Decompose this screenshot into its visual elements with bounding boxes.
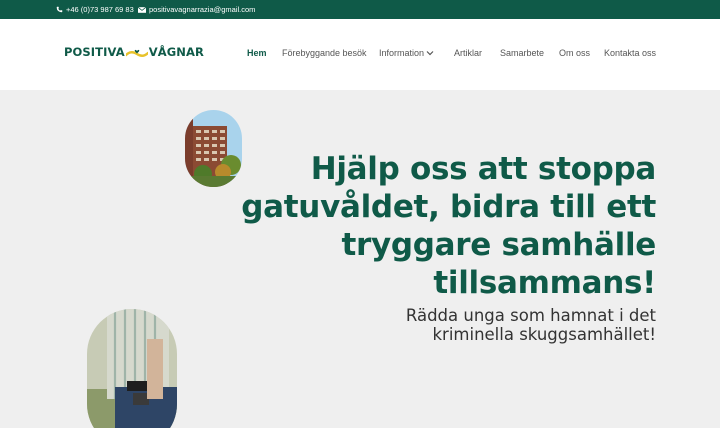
nav-item-artiklar[interactable]: Artiklar: [454, 48, 482, 58]
nav-item-label: Hem: [247, 48, 267, 58]
logo-text-vagnar: VÅGNAR: [148, 45, 204, 59]
nav-item-label: Kontakta oss: [604, 48, 657, 58]
site-logo[interactable]: POSITIVA VÅGNAR: [64, 45, 204, 59]
email-contact[interactable]: positivavagnarrazia@gmail.com: [138, 5, 255, 14]
hero-section: Hjälp oss att stoppa gatuvåldet, bidra t…: [0, 90, 720, 428]
phone-number: +46 (0)73 987 69 83: [66, 5, 134, 14]
hero-subtitle: Rädda unga som hamnat i det kriminella s…: [356, 306, 656, 344]
headline-line: Hjälp oss att stoppa: [310, 151, 657, 187]
nav-item-hem[interactable]: Hem: [247, 48, 267, 58]
phone-icon: [56, 6, 63, 13]
hero-headline: Hjälp oss att stoppa gatuvåldet, bidra t…: [196, 150, 656, 302]
headline-line: gatuvåldet, bidra till ett: [241, 189, 656, 225]
headline-line: tryggare samhälle: [341, 227, 656, 263]
nav-item-forebyggande-besok[interactable]: Förebyggande besök: [282, 48, 367, 58]
nav-item-label: Samarbete: [500, 48, 545, 58]
nav-item-label: Artiklar: [454, 48, 483, 58]
nav-item-information[interactable]: Information: [379, 48, 434, 58]
phone-contact[interactable]: +46 (0)73 987 69 83: [56, 5, 134, 14]
nav-item-kontakta-oss[interactable]: Kontakta oss: [604, 48, 656, 58]
nav-item-label: Om oss: [559, 48, 591, 58]
top-contact-bar: +46 (0)73 987 69 83 positivavagnarrazia@…: [0, 0, 720, 19]
nav-item-samarbete[interactable]: Samarbete: [500, 48, 544, 58]
headline-line: tillsammans!: [433, 265, 656, 301]
nav-item-om-oss[interactable]: Om oss: [559, 48, 590, 58]
logo-text-positiva: POSITIVA: [64, 45, 125, 59]
subtitle-line: kriminella skuggsamhället!: [432, 325, 656, 344]
logo-wave-icon: [125, 49, 148, 57]
email-address: positivavagnarrazia@gmail.com: [149, 5, 256, 14]
nav-item-label: Information: [379, 48, 425, 58]
person-image: [87, 309, 177, 428]
chevron-down-icon: [426, 51, 434, 56]
subtitle-line: Rädda unga som hamnat i det: [405, 306, 656, 325]
site-header: POSITIVA VÅGNAR Hem Förebyggande besök I…: [0, 19, 720, 90]
nav-item-label: Förebyggande besök: [282, 48, 367, 58]
mail-icon: [138, 6, 146, 13]
